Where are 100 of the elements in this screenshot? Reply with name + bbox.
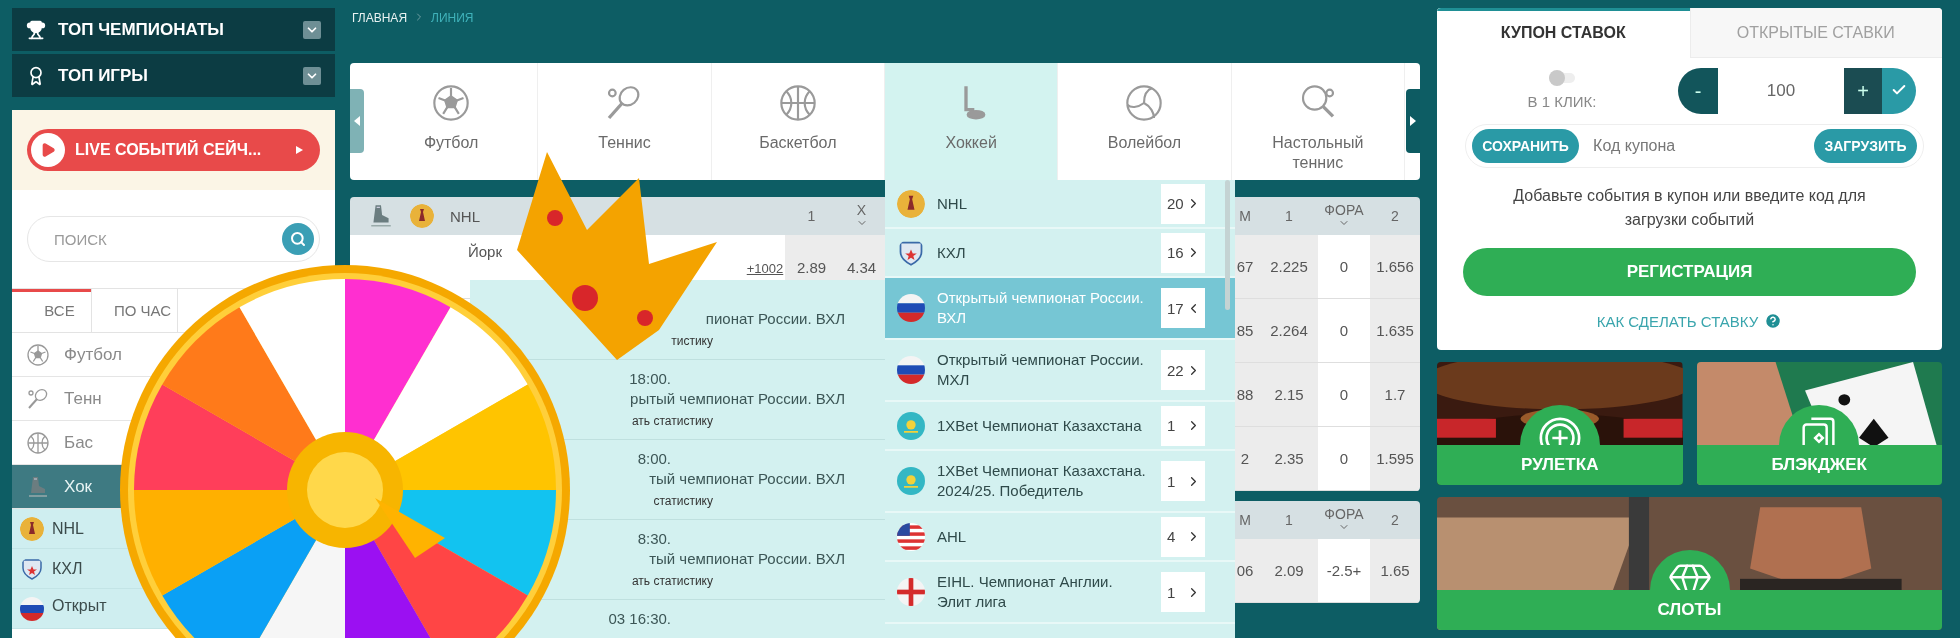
odds-cell[interactable]: 0 xyxy=(1318,235,1370,299)
league-item[interactable]: 1XBet Чемпионат Казахстана 1 xyxy=(885,402,1235,451)
increment-button[interactable]: + xyxy=(1844,68,1882,114)
odds-cell[interactable]: 2.225 xyxy=(1260,235,1318,299)
tile-title: СЛОТЫ xyxy=(1657,600,1722,620)
save-button[interactable]: СОХРАНИТЬ xyxy=(1472,129,1580,163)
load-button[interactable]: ЗАГРУЗИТЬ xyxy=(1814,129,1917,163)
tennis-racket-icon xyxy=(26,386,50,411)
caret-right-icon xyxy=(1410,116,1416,126)
league-item[interactable]: NHL 20 xyxy=(885,180,1235,229)
scrollbar-thumb[interactable] xyxy=(1225,180,1230,310)
match-title[interactable]: тый чемпионат России. ВХЛ xyxy=(649,550,845,570)
flag-icon xyxy=(897,411,925,440)
odds-cell[interactable]: -2.5+ xyxy=(1318,539,1370,603)
football-icon xyxy=(431,83,472,123)
event-count: 20 xyxy=(1167,195,1184,212)
event-name: Йорк xyxy=(468,243,503,260)
match-title[interactable]: тый чемпионат России. ВХЛ xyxy=(649,470,845,490)
league-item[interactable]: Открытый чемпионат России. МХЛ 22 xyxy=(885,340,1235,402)
more-markets-link[interactable]: +1002 xyxy=(746,261,784,276)
event-count: 1 xyxy=(1167,417,1176,434)
flag-icon xyxy=(897,578,925,606)
sport-list-item[interactable]: Открыт xyxy=(20,597,107,621)
sport-list-item[interactable]: NHL xyxy=(20,516,84,541)
event-count: 1 xyxy=(1167,583,1176,601)
event-count: 17 xyxy=(1167,299,1184,317)
football-icon xyxy=(26,342,50,367)
league-name: AHL xyxy=(937,526,968,547)
statistics-link[interactable]: ать статистику xyxy=(631,414,713,428)
one-click-toggle[interactable] xyxy=(1549,72,1575,83)
odds-cell[interactable]: 1.65 xyxy=(1370,539,1420,603)
sport-tab[interactable]: Хоккей xyxy=(885,63,1059,180)
basketball-icon xyxy=(777,83,818,123)
league-item[interactable]: AHL 4 xyxy=(885,513,1235,562)
sport-list-item[interactable]: КХЛ xyxy=(20,556,83,581)
event-count: 16 xyxy=(1167,244,1184,261)
caret-left-icon xyxy=(354,116,360,126)
statistics-link[interactable]: тистику xyxy=(671,334,713,348)
odds-cell[interactable]: 1.635 xyxy=(1370,299,1420,363)
help-icon xyxy=(1764,312,1783,330)
column-header: 1 xyxy=(1260,197,1318,235)
odds-cell[interactable]: 2.15 xyxy=(1260,363,1318,427)
league-name: NHL xyxy=(450,207,480,225)
column-header[interactable]: X xyxy=(838,197,885,235)
toggle-label: В 1 КЛИК: xyxy=(1527,92,1597,110)
odds-cell[interactable]: 1.595 xyxy=(1370,427,1420,491)
odds-cell[interactable]: 0 xyxy=(1318,299,1370,363)
column-header: 2 xyxy=(1370,501,1420,539)
expand-button[interactable] xyxy=(303,66,321,85)
column-header[interactable]: ФОРА xyxy=(1318,501,1370,539)
section-header[interactable]: ТОП ИГРЫ xyxy=(12,54,335,97)
league-name: 1XBet Чемпионат Казахстана. 2024/25. Победитель xyxy=(937,461,1147,501)
basketball-icon xyxy=(26,430,50,455)
league-name: Открытый чемпионат России. МХЛ xyxy=(937,350,1145,390)
trophy-icon xyxy=(26,19,46,40)
sport-list-item[interactable]: Бас xyxy=(26,430,94,455)
scroll-left-button[interactable] xyxy=(350,89,364,153)
scroll-right-button[interactable] xyxy=(1406,89,1420,153)
expand-button[interactable] xyxy=(303,20,321,39)
statistics-link[interactable]: ать статистику xyxy=(631,574,713,588)
tile-title: РУЛЕТКА xyxy=(1521,455,1599,475)
odds-cell[interactable]: 1.7 xyxy=(1370,363,1420,427)
match-title[interactable]: рытый чемпионат России. ВХЛ xyxy=(630,390,845,410)
league-name: EIHL. Чемпионат Англии. Элит лига xyxy=(937,572,1114,612)
sport-list-item[interactable]: Футбол xyxy=(26,342,122,367)
hint-text: Добавьте события в купон или введите код для загрузки событий xyxy=(1512,186,1867,230)
search-icon xyxy=(290,231,306,247)
sport-list-item[interactable]: Тенн xyxy=(26,386,102,411)
statistics-link[interactable]: статистику xyxy=(653,494,713,508)
trophy-badge-icon xyxy=(410,204,434,228)
skate-icon xyxy=(368,203,394,229)
odds-cell[interactable]: 2.09 xyxy=(1260,539,1318,603)
odds-cell[interactable]: 2.35 xyxy=(1260,427,1318,491)
volleyball-icon xyxy=(1124,83,1165,123)
shield-emblem-icon xyxy=(20,556,44,581)
match-title[interactable]: пионат России. ВХЛ xyxy=(705,310,845,330)
odds-cell[interactable]: 0 xyxy=(1318,427,1370,491)
odds-cell[interactable]: 2.264 xyxy=(1260,299,1318,363)
league-name: КХЛ xyxy=(937,242,967,263)
event-count: 1 xyxy=(1167,472,1176,490)
caret-icon xyxy=(294,145,304,155)
sport-list-item[interactable]: Хок xyxy=(26,474,93,499)
odds-cell[interactable]: 0 xyxy=(1318,363,1370,427)
flag-icon xyxy=(897,522,925,551)
league-item[interactable]: 1XBet Чемпионат Казахстана. 2024/25. Победитель 1 xyxy=(885,451,1235,513)
section-header[interactable]: ТОП ЧЕМПИОНАТЫ xyxy=(12,8,335,51)
odds-cell[interactable]: 1.656 xyxy=(1370,235,1420,299)
flag-icon xyxy=(897,356,925,384)
event-count: 22 xyxy=(1167,361,1184,379)
league-item[interactable]: EIHL. Чемпионат Англии. Элит лига 1 xyxy=(885,562,1235,624)
league-item[interactable]: Открытый чемпионат России. ВХЛ 17 xyxy=(885,278,1235,340)
breadcrumb-link[interactable]: ГЛАВНАЯ xyxy=(352,11,408,25)
trophy-badge-icon xyxy=(897,189,925,218)
live-events-button[interactable]: LIVE СОБЫТИЙ СЕЙЧ... xyxy=(27,129,320,171)
league-name: NHL xyxy=(937,193,968,214)
column-header[interactable]: ФОРА xyxy=(1318,197,1370,235)
search-field[interactable]: ПОИСК xyxy=(27,216,320,262)
decrement-button[interactable]: - xyxy=(1678,68,1718,114)
confirm-button[interactable] xyxy=(1882,68,1916,114)
filter-tab[interactable]: ВСЕ xyxy=(12,289,92,332)
